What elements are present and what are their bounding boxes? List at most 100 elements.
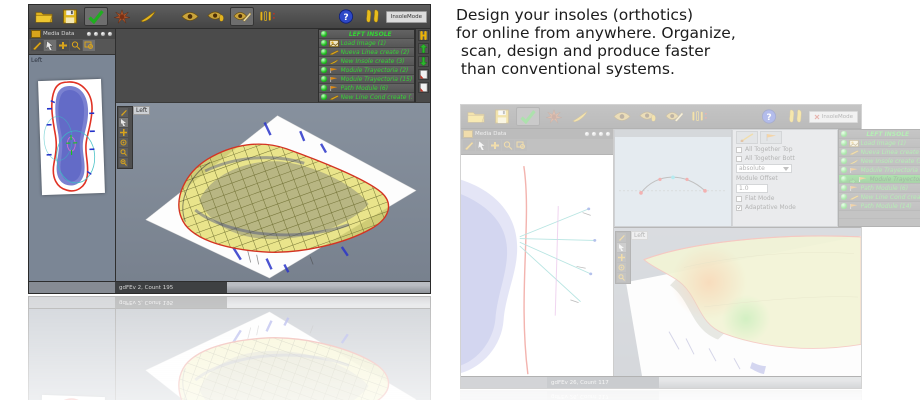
check-sphere-icon[interactable] xyxy=(321,58,327,64)
zoom-region-icon[interactable] xyxy=(515,140,527,151)
tab-flag-icon[interactable] xyxy=(760,131,782,144)
arch-profile-canvas[interactable] xyxy=(615,137,731,226)
eye-view-icon[interactable] xyxy=(178,7,202,26)
check-sphere-icon[interactable] xyxy=(841,149,847,155)
check-sphere-icon[interactable] xyxy=(841,176,847,182)
panel-button[interactable] xyxy=(93,31,99,37)
panel-button[interactable] xyxy=(86,31,92,37)
confirm-check-icon[interactable] xyxy=(84,7,108,26)
check-sphere-icon[interactable] xyxy=(321,31,327,37)
tree-item[interactable]: New Line Cond create (13) xyxy=(319,93,414,102)
pen-tool-icon[interactable] xyxy=(463,140,475,151)
open-folder-icon[interactable] xyxy=(32,7,56,26)
check-sphere-icon[interactable] xyxy=(321,40,327,46)
tab-trajectory-icon[interactable] xyxy=(736,131,758,144)
move-up-button[interactable] xyxy=(418,43,429,54)
save-icon[interactable] xyxy=(490,107,514,126)
panel-button[interactable] xyxy=(605,131,611,137)
add-point-icon[interactable] xyxy=(119,128,128,137)
check-sphere-icon[interactable] xyxy=(841,158,847,164)
select-arrow-icon[interactable] xyxy=(476,140,488,151)
save-icon[interactable] xyxy=(58,7,82,26)
status-scrollbar[interactable] xyxy=(227,282,430,293)
check-sphere-icon[interactable] xyxy=(321,94,327,100)
help-icon[interactable]: ? xyxy=(334,7,358,26)
tree-item[interactable]: Path Module (14) xyxy=(839,202,920,211)
status-scrollbar[interactable] xyxy=(659,377,861,388)
tree-item[interactable]: Nueva Linea create (2) xyxy=(839,148,920,157)
panel-button[interactable] xyxy=(591,131,597,137)
confirm-check-icon[interactable] xyxy=(516,107,540,126)
insole-pair-icon[interactable] xyxy=(360,7,384,26)
checkbox-icon[interactable] xyxy=(736,196,742,202)
insole-mode-button[interactable]: InsoleMode xyxy=(809,111,858,123)
page-flag-button[interactable] xyxy=(418,82,429,93)
check-sphere-icon[interactable] xyxy=(321,85,327,91)
zoom-out-icon[interactable] xyxy=(119,158,128,167)
zoom-tool-icon[interactable] xyxy=(70,40,82,51)
pen-tool-icon[interactable] xyxy=(31,40,43,51)
open-folder-icon[interactable] xyxy=(464,107,488,126)
add-point-icon[interactable] xyxy=(57,40,69,51)
offset-mode-select[interactable]: absolute xyxy=(736,164,792,173)
zoom-in-icon[interactable] xyxy=(119,148,128,157)
add-point-icon[interactable] xyxy=(489,140,501,151)
tree-item-selected[interactable]: Module Trayectoria (15) xyxy=(839,175,920,184)
check-sphere-icon[interactable] xyxy=(841,203,847,209)
tree-item[interactable]: Module Trayectoria (2) xyxy=(319,66,414,75)
check-sphere-icon[interactable] xyxy=(841,167,847,173)
eye-brush-view-icon[interactable] xyxy=(230,7,254,26)
panel-button[interactable] xyxy=(100,31,106,37)
insole-pair-small-icon[interactable] xyxy=(418,30,429,41)
zoom-region-icon[interactable] xyxy=(83,40,95,51)
viewport-3d[interactable]: Left xyxy=(614,227,861,376)
zoom-in-icon[interactable] xyxy=(617,273,626,282)
check-sphere-icon[interactable] xyxy=(321,76,327,82)
check-sphere-icon[interactable] xyxy=(841,140,847,146)
tree-item[interactable]: Module Trayectoria (2) xyxy=(839,166,920,175)
blade-tool-icon[interactable] xyxy=(136,7,160,26)
media-canvas[interactable]: Left xyxy=(29,55,115,281)
select-arrow-icon[interactable] xyxy=(617,243,626,252)
tree-item[interactable]: Load Image (1) xyxy=(839,139,920,148)
insole-set-icon[interactable] xyxy=(688,107,712,126)
move-down-button[interactable] xyxy=(418,56,429,67)
eye-view-icon[interactable] xyxy=(610,107,634,126)
select-arrow-icon[interactable] xyxy=(119,118,128,127)
tree-header-row[interactable]: LEFT INSOLE xyxy=(319,30,414,39)
checkbox-icon[interactable] xyxy=(736,156,742,162)
help-icon[interactable]: ? xyxy=(757,107,781,126)
flat-mode-checkbox[interactable]: Flat Mode xyxy=(736,195,834,202)
check-sphere-icon[interactable] xyxy=(321,67,327,73)
tree-item[interactable]: New Insole create (3) xyxy=(319,57,414,66)
checkbox-icon[interactable] xyxy=(736,147,742,153)
all-together-bott-checkbox[interactable]: All Together Bott xyxy=(736,155,834,162)
tree-item[interactable]: New Insole create (3) xyxy=(839,157,920,166)
foot-scan-zoomed[interactable] xyxy=(461,155,613,376)
all-together-top-checkbox[interactable]: All Together Top xyxy=(736,146,834,153)
blade-tool-icon[interactable] xyxy=(568,107,592,126)
check-sphere-icon[interactable] xyxy=(321,49,327,55)
add-point-icon[interactable] xyxy=(617,253,626,262)
adaptative-mode-checkbox[interactable]: Adaptative Mode xyxy=(736,204,834,211)
viewport-3d[interactable]: Left xyxy=(116,102,430,281)
zoom-tool-icon[interactable] xyxy=(502,140,514,151)
tree-item[interactable]: Module Trayectoria (15) xyxy=(319,75,414,84)
panel-button[interactable] xyxy=(107,31,113,37)
splat-tool-icon[interactable] xyxy=(542,107,566,126)
check-sphere-icon[interactable] xyxy=(841,194,847,200)
select-arrow-icon[interactable] xyxy=(44,40,56,51)
page-flag-button[interactable] xyxy=(418,69,429,80)
tree-item[interactable]: Path Module (6) xyxy=(839,184,920,193)
tree-item[interactable]: Load Image (1) xyxy=(319,39,414,48)
check-sphere-icon[interactable] xyxy=(841,185,847,191)
checkbox-checked-icon[interactable] xyxy=(736,205,742,211)
orbit-tool-icon[interactable] xyxy=(119,138,128,147)
insole-mode-button[interactable]: InsoleMode xyxy=(386,11,427,23)
panel-button[interactable] xyxy=(584,131,590,137)
eye-insole-view-icon[interactable] xyxy=(636,107,660,126)
eye-brush-view-icon[interactable] xyxy=(662,107,686,126)
tree-item[interactable]: Path Module (6) xyxy=(319,84,414,93)
insole-pair-icon[interactable] xyxy=(783,107,807,126)
insole-set-icon[interactable] xyxy=(256,7,280,26)
